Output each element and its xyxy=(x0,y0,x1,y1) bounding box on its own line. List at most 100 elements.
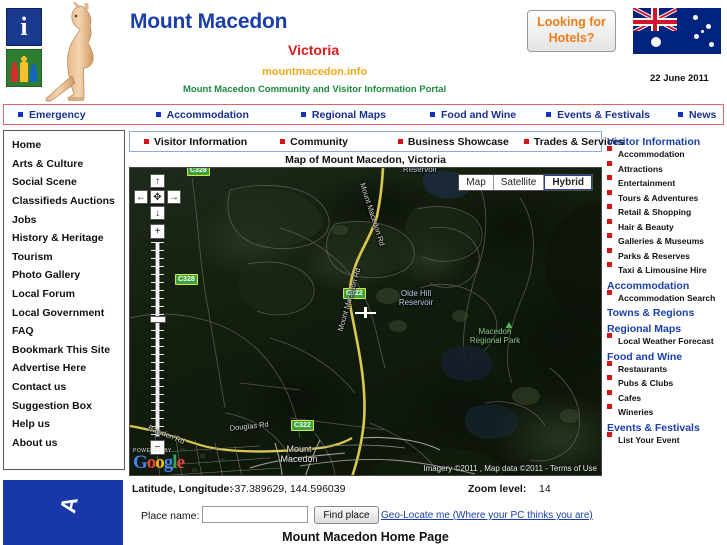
latitude-longitude-label: Latitude, Longitude: xyxy=(132,483,233,495)
topnav-item-accommodation[interactable]: Accommodation xyxy=(155,109,249,121)
map-pan-up-button[interactable]: ↑ xyxy=(150,174,165,188)
figure-blue-head xyxy=(31,64,36,69)
right-sidebar: Visitor Information Accommodation Attrac… xyxy=(607,132,727,542)
map-satellite-imagery xyxy=(130,168,601,475)
road-shield-c328: C328 xyxy=(175,274,198,285)
place-name-label: Place name: xyxy=(141,510,200,522)
topnav-item-emergency[interactable]: Emergency xyxy=(18,109,86,121)
map-label-macedon-regional-park: Macedon Regional Park xyxy=(469,327,521,345)
subnav-item-community[interactable]: Community xyxy=(280,136,348,148)
sidebar-item-jobs[interactable]: Jobs xyxy=(4,210,124,229)
sidebar-advertisement-banner[interactable]: A xyxy=(3,480,123,545)
sidebar-item-classifieds-auctions[interactable]: Classifieds Auctions xyxy=(4,192,124,211)
sidebar-item-social-scene[interactable]: Social Scene xyxy=(4,173,124,192)
subnav-label: Community xyxy=(290,135,348,148)
rightbar-heading-accommodation[interactable]: Accommodation xyxy=(607,280,727,292)
sidebar-item-photo-gallery[interactable]: Photo Gallery xyxy=(4,266,124,285)
rightbar-item-hair-beauty[interactable]: Hair & Beauty xyxy=(607,218,727,232)
state-label: Victoria xyxy=(288,42,340,58)
bullet-square-icon xyxy=(280,139,286,144)
topnav-label: Food and Wine xyxy=(441,108,517,121)
sidebar-item-home[interactable]: Home xyxy=(4,136,124,155)
map-zoom-in-button[interactable]: + xyxy=(150,224,165,239)
find-place-button[interactable]: Find place xyxy=(314,506,379,524)
geo-locate-link[interactable]: Geo-Locate me (Where your PC thinks you … xyxy=(381,510,593,521)
looking-for-hotels-button[interactable]: Looking for Hotels? xyxy=(527,10,616,52)
map-type-satellite[interactable]: Satellite xyxy=(493,175,545,190)
map-zoom-slider-ticks xyxy=(151,242,164,437)
rightbar-heading-towns-regions[interactable]: Towns & Regions xyxy=(607,307,727,319)
rightbar-heading-regional-maps[interactable]: Regional Maps xyxy=(607,323,727,335)
bullet-square-icon xyxy=(523,139,529,144)
left-sidebar: Home Arts & Culture Social Scene Classif… xyxy=(3,130,125,470)
topnav-item-food-and-wine[interactable]: Food and Wine xyxy=(430,109,516,121)
sidebar-item-history-heritage[interactable]: History & Heritage xyxy=(4,229,124,248)
sidebar-item-advertise-here[interactable]: Advertise Here xyxy=(4,359,124,378)
sidebar-item-bookmark-this-site[interactable]: Bookmark This Site xyxy=(4,341,124,360)
rightbar-item-accommodation[interactable]: Accommodation xyxy=(607,146,727,159)
rightbar-item-list-your-event[interactable]: List Your Event xyxy=(607,431,727,445)
map-center-button[interactable]: ✥ xyxy=(150,190,165,204)
sidebar-item-local-forum[interactable]: Local Forum xyxy=(4,285,124,304)
sidebar-item-about-us[interactable]: About us xyxy=(4,434,124,453)
latitude-longitude-value: -37.389629, 144.596039 xyxy=(231,483,346,495)
australian-flag-icon xyxy=(633,8,721,54)
map-pan-right-button[interactable]: → xyxy=(167,190,181,204)
map-label-reservoir: Reservoir xyxy=(402,167,438,174)
sidebar-item-help-us[interactable]: Help us xyxy=(4,415,124,434)
sidebar-item-suggestion-box[interactable]: Suggestion Box xyxy=(4,396,124,415)
rightbar-item-tours-adventures[interactable]: Tours & Adventures xyxy=(607,189,727,203)
rightbar-item-entertainment[interactable]: Entertainment xyxy=(607,175,727,188)
rightbar-heading-events-festivals[interactable]: Events & Festivals xyxy=(607,422,727,434)
figure-blue xyxy=(30,69,37,82)
subnav-item-visitor-information[interactable]: Visitor Information xyxy=(144,136,247,148)
map-center-crosshair xyxy=(355,307,376,318)
advertisement-text: A xyxy=(55,494,83,516)
community-logo-icon[interactable] xyxy=(6,49,42,87)
figure-yellow xyxy=(20,62,28,82)
rightbar-item-restaurants[interactable]: Restaurants xyxy=(607,360,727,374)
rightbar-item-wineries[interactable]: Wineries xyxy=(607,404,727,417)
rightbar-heading-food-and-wine[interactable]: Food and Wine xyxy=(607,351,727,363)
sidebar-item-contact-us[interactable]: Contact us xyxy=(4,378,124,397)
rightbar-item-pubs-clubs[interactable]: Pubs & Clubs xyxy=(607,375,727,388)
map-type-hybrid[interactable]: Hybrid xyxy=(544,175,592,190)
rightbar-item-attractions[interactable]: Attractions xyxy=(607,160,727,174)
rightbar-item-cafes[interactable]: Cafes xyxy=(607,389,727,403)
topnav-item-news[interactable]: News xyxy=(677,109,716,121)
information-logo-icon[interactable]: i xyxy=(6,8,42,46)
topnav-item-regional-maps[interactable]: Regional Maps xyxy=(300,109,386,121)
site-header: i Mount Macedon Victoria mountmacedon.in… xyxy=(0,0,727,103)
home-page-title: Mount Macedon Home Page xyxy=(282,530,449,544)
map-pan-left-button[interactable]: ← xyxy=(134,190,148,204)
rightbar-heading-visitor-information[interactable]: Visitor Information xyxy=(607,136,727,148)
bullet-square-icon xyxy=(144,139,149,144)
rightbar-item-parks-reserves[interactable]: Parks & Reserves xyxy=(607,247,727,261)
sidebar-item-local-government[interactable]: Local Government xyxy=(4,303,124,322)
bullet-square-icon xyxy=(430,112,435,117)
rightbar-item-galleries-museums[interactable]: Galleries & Museums xyxy=(607,233,727,246)
map-type-map[interactable]: Map xyxy=(459,175,494,190)
page-root: i Mount Macedon Victoria mountmacedon.in… xyxy=(0,0,727,545)
current-date: 22 June 2011 xyxy=(650,73,709,84)
page-title: Mount Macedon xyxy=(130,10,288,33)
topnav-item-events-festivals[interactable]: Events & Festivals xyxy=(546,109,650,121)
kangaroo-icon xyxy=(45,2,94,102)
subnav-item-business-showcase[interactable]: Business Showcase xyxy=(397,136,509,148)
map-zoom-slider-thumb[interactable] xyxy=(150,316,166,323)
sidebar-item-tourism[interactable]: Tourism xyxy=(4,248,124,267)
rightbar-item-retail-shopping[interactable]: Retail & Shopping xyxy=(607,204,727,217)
bullet-square-icon xyxy=(677,112,683,117)
rightbar-item-accommodation-search[interactable]: Accommodation Search xyxy=(607,289,727,303)
map-attribution[interactable]: Imagery ©2011 , Map data ©2011 - Terms o… xyxy=(423,464,597,473)
map-label-olde-hill-reservoir: Olde Hill Reservoir xyxy=(398,289,434,307)
site-url[interactable]: mountmacedon.info xyxy=(262,66,367,78)
map-pan-down-button[interactable]: ↓ xyxy=(150,206,165,220)
sidebar-item-faq[interactable]: FAQ xyxy=(4,322,124,341)
sidebar-item-arts-culture[interactable]: Arts & Culture xyxy=(4,155,124,174)
map-viewport[interactable]: ↑ ← ✥ → ↓ + − Map Satellite Hybrid C328 … xyxy=(129,167,602,476)
site-tagline: Mount Macedon Community and Visitor Info… xyxy=(183,84,447,95)
rightbar-item-local-weather-forecast[interactable]: Local Weather Forecast xyxy=(607,333,727,346)
place-name-input[interactable] xyxy=(202,506,308,523)
rightbar-item-taxi-limousine-hire[interactable]: Taxi & Limousine Hire xyxy=(607,262,727,275)
